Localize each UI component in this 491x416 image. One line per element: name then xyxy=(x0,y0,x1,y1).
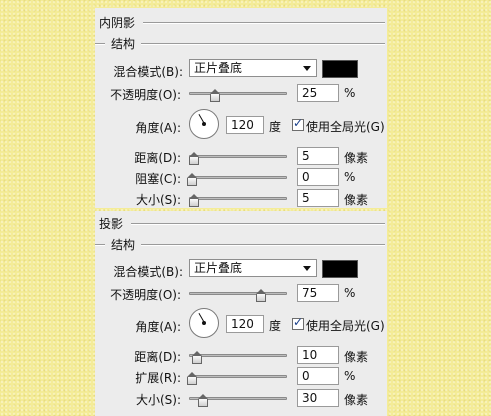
distance-input[interactable]: 10 xyxy=(297,346,339,364)
blend-mode-select[interactable]: 正片叠底 xyxy=(189,59,317,77)
shadow-color-swatch[interactable] xyxy=(322,60,358,78)
angle-input[interactable]: 120 xyxy=(226,315,264,333)
distance-slider-track[interactable] xyxy=(189,155,287,158)
global-light-label: 使用全局光(G) xyxy=(306,319,385,333)
opacity-unit: % xyxy=(344,286,356,300)
checkmark-icon: ✓ xyxy=(293,116,304,130)
drop-shadow-structure-title: 结构 xyxy=(111,236,140,253)
blend-mode-select[interactable]: 正片叠底 xyxy=(189,259,317,277)
distance-label: 距离(D): xyxy=(134,350,181,364)
distance-unit: 像素 xyxy=(344,151,369,165)
blend-mode-value: 正片叠底 xyxy=(194,261,243,275)
opacity-label: 不透明度(O): xyxy=(110,88,181,102)
opacity-label: 不透明度(O): xyxy=(110,288,181,302)
distance-label: 距离(D): xyxy=(134,151,181,165)
choke-input[interactable]: 0 xyxy=(297,168,339,186)
size-unit: 像素 xyxy=(344,193,369,207)
angle-dial[interactable] xyxy=(189,109,219,139)
divider xyxy=(141,244,385,246)
divider xyxy=(143,22,385,24)
angle-unit: 度 xyxy=(269,120,282,134)
inner-shadow-structure-title: 结构 xyxy=(111,35,140,52)
size-input[interactable]: 30 xyxy=(297,389,339,407)
blend-mode-value: 正片叠底 xyxy=(194,61,243,75)
inner-shadow-title: 内阴影 xyxy=(99,14,140,31)
shadow-color-swatch[interactable] xyxy=(322,260,358,278)
drop-shadow-panel: 投影 结构 混合模式(B): 正片叠底 不透明度(O): 75 % 角度(A):… xyxy=(95,211,387,416)
divider xyxy=(131,223,385,225)
checkmark-icon: ✓ xyxy=(293,315,304,329)
spread-slider-track[interactable] xyxy=(189,375,287,378)
drop-shadow-title: 投影 xyxy=(99,215,128,232)
angle-input[interactable]: 120 xyxy=(226,116,264,134)
chevron-down-icon xyxy=(303,66,311,71)
distance-input[interactable]: 5 xyxy=(297,147,339,165)
opacity-input[interactable]: 25 xyxy=(297,84,339,102)
opacity-input[interactable]: 75 xyxy=(297,284,339,302)
size-label: 大小(S): xyxy=(135,393,181,407)
angle-dial-center xyxy=(202,321,206,325)
blend-mode-label: 混合模式(B): xyxy=(113,265,183,279)
size-input[interactable]: 5 xyxy=(297,189,339,207)
distance-unit: 像素 xyxy=(344,350,369,364)
size-unit: 像素 xyxy=(344,393,369,407)
blend-mode-label: 混合模式(B): xyxy=(113,65,183,79)
angle-label: 角度(A): xyxy=(135,320,181,334)
opacity-slider-track[interactable] xyxy=(189,292,287,295)
divider xyxy=(141,43,385,45)
choke-slider-track[interactable] xyxy=(189,176,287,179)
angle-unit: 度 xyxy=(269,319,282,333)
chevron-down-icon xyxy=(303,266,311,271)
size-label: 大小(S): xyxy=(135,193,181,207)
distance-slider-track[interactable] xyxy=(189,354,287,357)
choke-label: 阻塞(C): xyxy=(135,172,181,186)
global-light-checkbox[interactable]: ✓ xyxy=(292,315,304,330)
global-light-label: 使用全局光(G) xyxy=(306,120,385,134)
angle-dial[interactable] xyxy=(189,308,219,338)
spread-unit: % xyxy=(344,369,356,383)
global-light-checkbox[interactable]: ✓ xyxy=(292,116,304,131)
angle-dial-center xyxy=(202,122,206,126)
opacity-slider-track[interactable] xyxy=(189,92,287,95)
inner-shadow-panel: 内阴影 结构 混合模式(B): 正片叠底 不透明度(O): 25 % 角度(A)… xyxy=(95,8,387,208)
spread-label: 扩展(R): xyxy=(135,371,181,385)
size-slider-track[interactable] xyxy=(189,197,287,200)
divider xyxy=(95,43,105,45)
divider xyxy=(95,244,105,246)
spread-input[interactable]: 0 xyxy=(297,367,339,385)
opacity-unit: % xyxy=(344,86,356,100)
angle-label: 角度(A): xyxy=(135,121,181,135)
choke-unit: % xyxy=(344,170,356,184)
